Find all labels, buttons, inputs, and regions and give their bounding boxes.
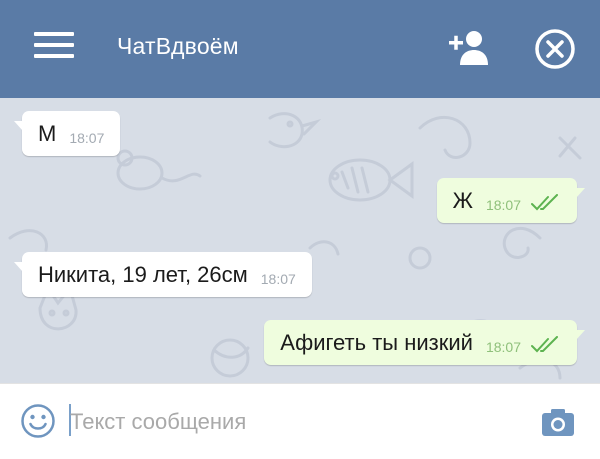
message-time: 18:07 (69, 130, 105, 146)
chat-header: ЧатВдвоём (0, 0, 600, 98)
add-user-icon (449, 31, 488, 65)
add-user-button[interactable] (447, 28, 491, 68)
message-incoming[interactable]: М 18:07 (14, 111, 121, 156)
chat-title: ЧатВдвоём (117, 33, 239, 59)
message-outgoing[interactable]: Ж 18:07 (436, 178, 585, 223)
message-time: 18:07 (485, 197, 521, 213)
close-button[interactable] (533, 27, 577, 71)
message-incoming[interactable]: Никита, 19 лет, 26см 18:07 (14, 252, 312, 297)
message-text: Никита, 19 лет, 26см (38, 262, 248, 287)
message-text: Афигеть ты низкий (280, 330, 473, 355)
hamburger-menu-icon (34, 32, 74, 36)
emoji-button[interactable] (20, 403, 56, 439)
emoji-smile-icon (21, 404, 55, 438)
camera-icon (542, 409, 574, 436)
message-text: М (38, 121, 57, 146)
message-composer (0, 383, 600, 459)
message-input[interactable] (70, 406, 510, 438)
double-check-read-icon (531, 336, 558, 353)
menu-button[interactable] (34, 32, 74, 66)
message-outgoing[interactable]: Афигеть ты низкий 18:07 (264, 320, 585, 365)
message-text: Ж (452, 188, 473, 213)
close-circle-icon (535, 29, 575, 69)
double-check-read-icon (531, 194, 558, 211)
message-time: 18:07 (485, 339, 521, 355)
message-time: 18:07 (260, 271, 296, 287)
camera-button[interactable] (540, 406, 576, 438)
chat-area[interactable]: М 18:07 Ж 18:07 Никита, 19 лет, 26см 18:… (0, 98, 600, 383)
